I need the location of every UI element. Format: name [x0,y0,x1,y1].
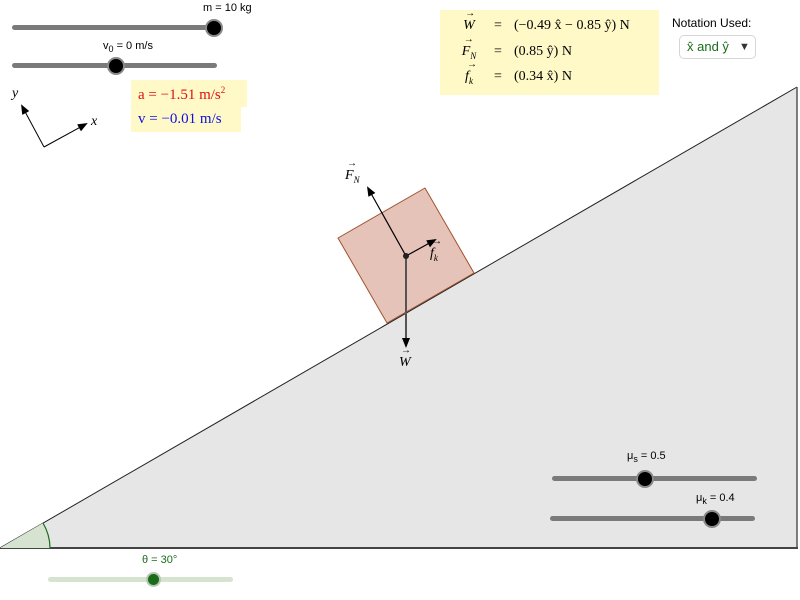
normal-force-label: FN [345,158,360,185]
mu-s-slider-label: μs = 0.5 [627,450,666,465]
x-axis-label: x [91,114,98,129]
chevron-down-icon: ▼ [739,41,750,53]
theta-slider-label: θ = 30° [142,554,178,566]
v0-slider-label: v0 = 0 m/s [103,40,153,55]
notation-label: Notation Used: [672,16,752,30]
y-axis-label: y [12,86,19,101]
mu-k-slider-track[interactable] [550,516,755,521]
weight-label: W [399,345,411,371]
block-center-point [403,253,409,259]
theta-slider-track[interactable] [48,577,233,582]
equation-row-friction: fk = (0.34 x̂) N [440,59,659,91]
mass-slider-label: m = 10 kg [203,2,252,14]
mass-slider-handle[interactable] [205,19,223,37]
acceleration-readout: a = −1.51 m/s2 [131,80,247,107]
velocity-readout: v = −0.01 m/s [131,107,241,132]
v0-slider-handle[interactable] [107,57,125,75]
mu-k-slider-handle[interactable] [703,510,721,528]
angle-theta-marker [0,523,50,548]
mu-k-slider-label: μk = 0.4 [696,492,735,507]
acceleration-text: a = −1.51 m/s2 [138,85,226,103]
friction-force-label: fk [430,236,442,263]
theta-slider-handle[interactable] [146,572,161,587]
mu-s-slider-track[interactable] [552,476,757,481]
force-equations-panel: W = (−0.49 x̂ − 0.85 ŷ) N FN = (0.85 ŷ) … [440,8,659,95]
physics-scene [0,86,798,549]
mass-slider-track[interactable] [12,25,217,30]
velocity-text: v = −0.01 m/s [138,111,222,127]
notation-selected-value: x̂ and ŷ [687,39,729,54]
mu-s-slider-handle[interactable] [636,470,654,488]
y-axis-arrow [21,104,45,148]
notation-dropdown[interactable]: x̂ and ŷ ▼ [679,35,756,59]
x-axis-arrow [43,123,88,148]
